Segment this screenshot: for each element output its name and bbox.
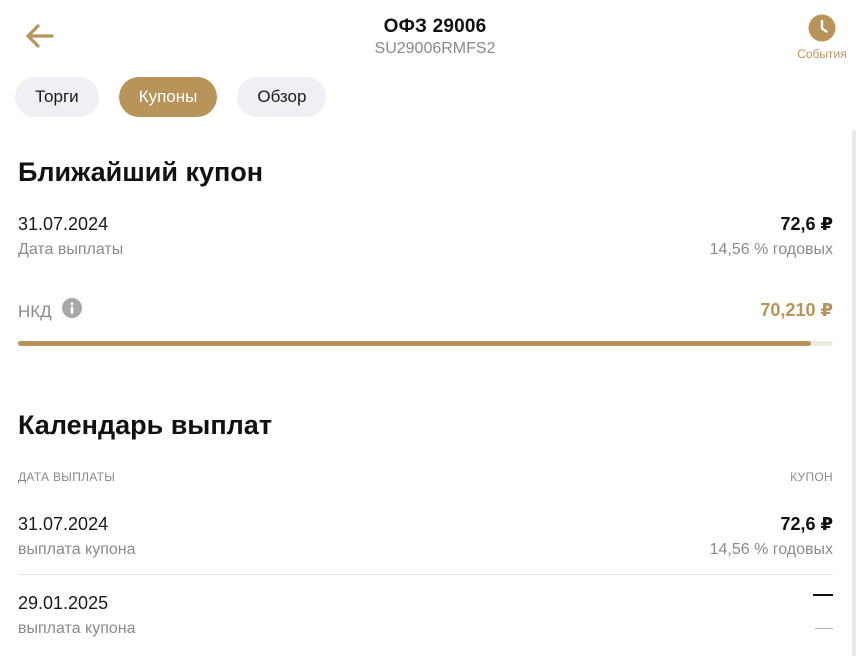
calendar-title: Календарь выплат [18,410,273,440]
nkd-progress-bar [18,341,833,346]
payment-date: 31.07.2024 [18,514,109,534]
nkd-progress-fill [18,341,811,346]
column-header-date: ДАТА ВЫПЛАТЫ [18,470,116,484]
nearest-coupon-title: Ближайший купон [18,157,264,187]
payment-type: выплата купона [18,541,136,558]
payment-date: 29.01.2025 [18,593,109,613]
column-header-coupon: КУПОН [790,470,833,484]
nearest-coupon-date-label: Дата выплаты [18,241,124,258]
nearest-coupon-amount: 72,6 ₽ [780,214,833,234]
tab-trades[interactable]: Торги [15,77,99,117]
ticker-code: SU29006RMFS2 [374,40,496,57]
title-block: ОФЗ 29006 SU29006RMFS2 [0,16,858,58]
scrollbar[interactable] [852,130,856,656]
tab-bar: Торги Купоны Обзор [15,77,327,117]
payment-amount-empty [813,594,833,596]
nkd-value: 70,210 ₽ [760,300,833,320]
nearest-coupon-date: 31.07.2024 [18,214,109,234]
payment-type: выплата купона [18,620,136,637]
clock-icon [808,14,836,42]
events-label: События [797,47,847,61]
tab-coupons[interactable]: Купоны [118,77,218,117]
payment-yield: 14,56 % годовых [709,541,833,558]
tab-overview[interactable]: Обзор [237,77,327,117]
nkd-label: НКД [18,302,52,321]
nearest-coupon-yield: 14,56 % годовых [709,241,833,258]
info-icon[interactable] [62,298,82,318]
row-divider [18,574,833,575]
payment-amount: 72,6 ₽ [780,514,833,534]
events-button[interactable]: События [792,14,852,61]
payment-yield-empty [815,628,833,629]
page-title: ОФЗ 29006 [383,16,487,37]
header: ОФЗ 29006 SU29006RMFS2 События [0,0,858,70]
